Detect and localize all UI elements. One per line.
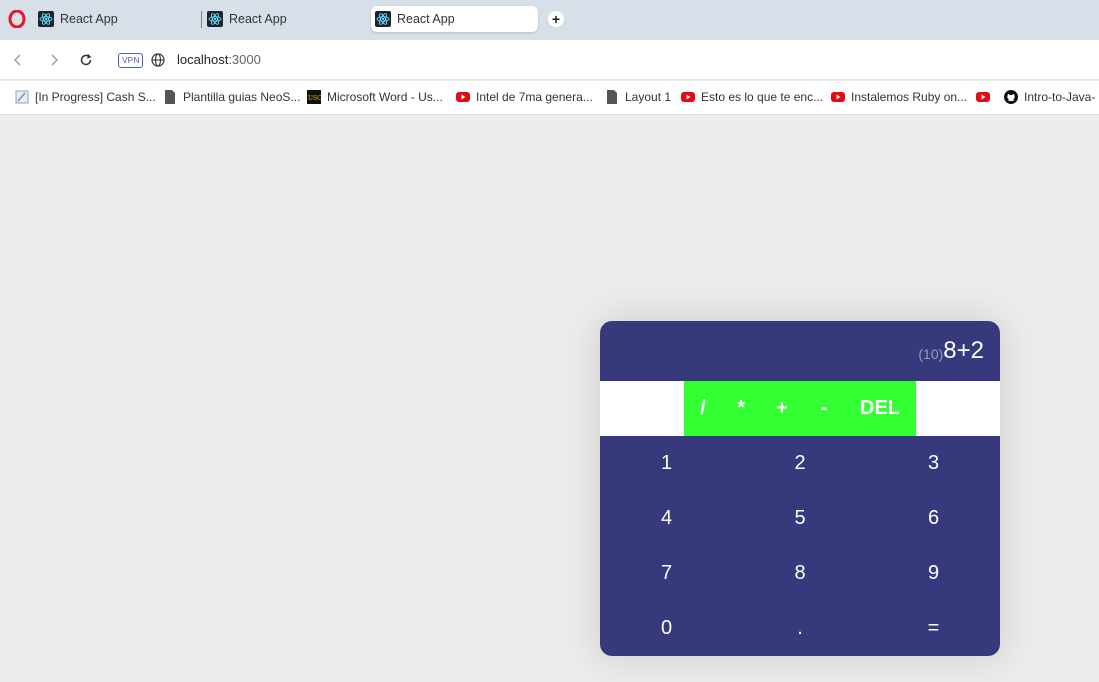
- bookmark-label: Microsoft Word - Us...: [327, 90, 443, 104]
- delete-button[interactable]: DEL: [844, 381, 916, 436]
- tab-1[interactable]: React App: [36, 6, 196, 32]
- result-preview: (10): [918, 346, 944, 362]
- youtube-icon: [831, 92, 845, 102]
- multiply-button[interactable]: *: [722, 381, 760, 436]
- expression-text: 8+2: [943, 337, 984, 364]
- calculator-display: (10) 8+2: [600, 321, 1000, 381]
- bookmark-item[interactable]: Esto es lo que te enc...: [681, 90, 823, 104]
- tab-3-active[interactable]: React App: [371, 6, 538, 32]
- url-port: :3000: [228, 52, 261, 67]
- react-icon: [207, 11, 223, 27]
- digit-0-button[interactable]: 0: [600, 601, 733, 656]
- bookmark-item[interactable]: USC Microsoft Word - Us...: [307, 90, 443, 104]
- bookmark-item[interactable]: Plantilla guias NeoS...: [163, 90, 300, 104]
- svg-text:USC: USC: [308, 95, 321, 102]
- add-button[interactable]: +: [760, 381, 804, 436]
- vpn-badge[interactable]: VPN: [118, 53, 144, 68]
- tab-title: React App: [397, 12, 455, 26]
- digit-7-button[interactable]: 7: [600, 546, 733, 601]
- react-icon: [375, 11, 391, 27]
- bookmark-label: Layout 1: [625, 90, 672, 104]
- opera-logo-icon[interactable]: [8, 10, 26, 28]
- reload-icon: [80, 53, 92, 66]
- bookmark-label: Intel de 7ma genera...: [476, 90, 593, 104]
- operators-row: / * + - DEL: [600, 381, 1000, 436]
- tab-separator: [201, 11, 202, 28]
- digit-4-button[interactable]: 4: [600, 491, 733, 546]
- bookmarks-bar: [In Progress] Cash S... Plantilla guias …: [0, 81, 1099, 115]
- url-field[interactable]: localhost:3000: [177, 52, 261, 67]
- digit-9-button[interactable]: 9: [867, 546, 1000, 601]
- bookmark-item[interactable]: Intro-to-Java-: [1004, 90, 1095, 104]
- bookmark-label: Esto es lo que te enc...: [701, 90, 824, 104]
- reload-button[interactable]: [78, 52, 94, 68]
- divide-button[interactable]: /: [684, 381, 722, 436]
- bookmark-item[interactable]: [976, 90, 996, 104]
- digit-2-button[interactable]: 2: [733, 436, 867, 491]
- forward-arrow-icon: [51, 54, 59, 66]
- usc-logo-icon: USC: [307, 90, 321, 104]
- document-icon: [607, 90, 617, 104]
- tab-title: React App: [60, 12, 118, 26]
- digits-grid: 1 2 3 4 5 6 7 8 9 0 . =: [600, 436, 1000, 656]
- react-icon: [38, 11, 54, 27]
- globe-icon[interactable]: [151, 53, 165, 67]
- bookmark-label: Instalemos Ruby on...: [851, 90, 968, 104]
- bookmark-item[interactable]: Intel de 7ma genera...: [456, 90, 593, 104]
- github-icon: [1004, 90, 1018, 104]
- digit-3-button[interactable]: 3: [867, 436, 1000, 491]
- subtract-button[interactable]: -: [804, 381, 844, 436]
- bookmark-item[interactable]: [In Progress] Cash S...: [15, 90, 156, 104]
- tab-strip: React App React App React App +: [0, 0, 1099, 40]
- digit-5-button[interactable]: 5: [733, 491, 867, 546]
- youtube-icon: [456, 92, 470, 102]
- tab-2[interactable]: React App: [205, 6, 365, 32]
- bookmark-item[interactable]: Layout 1: [605, 90, 671, 104]
- url-host: localhost: [177, 52, 229, 67]
- pencil-doc-icon: [15, 90, 29, 104]
- digit-1-button[interactable]: 1: [600, 436, 733, 491]
- bookmark-item[interactable]: Instalemos Ruby on...: [831, 90, 967, 104]
- calculator: (10) 8+2 / * + - DEL 1 2 3 4 5 6 7 8 9 0…: [600, 321, 1000, 656]
- youtube-icon: [976, 92, 990, 102]
- forward-button[interactable]: [46, 52, 62, 68]
- new-tab-button[interactable]: +: [548, 11, 564, 27]
- bookmark-label: Intro-to-Java-: [1024, 90, 1096, 104]
- operators-panel: / * + - DEL: [684, 381, 916, 436]
- bookmark-label: [In Progress] Cash S...: [35, 90, 156, 104]
- equals-button[interactable]: =: [867, 601, 1000, 656]
- address-bar-row: VPN localhost:3000: [0, 40, 1099, 80]
- back-button[interactable]: [10, 52, 26, 68]
- youtube-icon: [681, 92, 695, 102]
- back-arrow-icon: [13, 54, 21, 66]
- digit-8-button[interactable]: 8: [733, 546, 867, 601]
- tab-title: React App: [229, 12, 287, 26]
- bookmark-label: Plantilla guias NeoS...: [183, 90, 301, 104]
- decimal-button[interactable]: .: [733, 601, 867, 656]
- digit-6-button[interactable]: 6: [867, 491, 1000, 546]
- document-icon: [165, 90, 175, 104]
